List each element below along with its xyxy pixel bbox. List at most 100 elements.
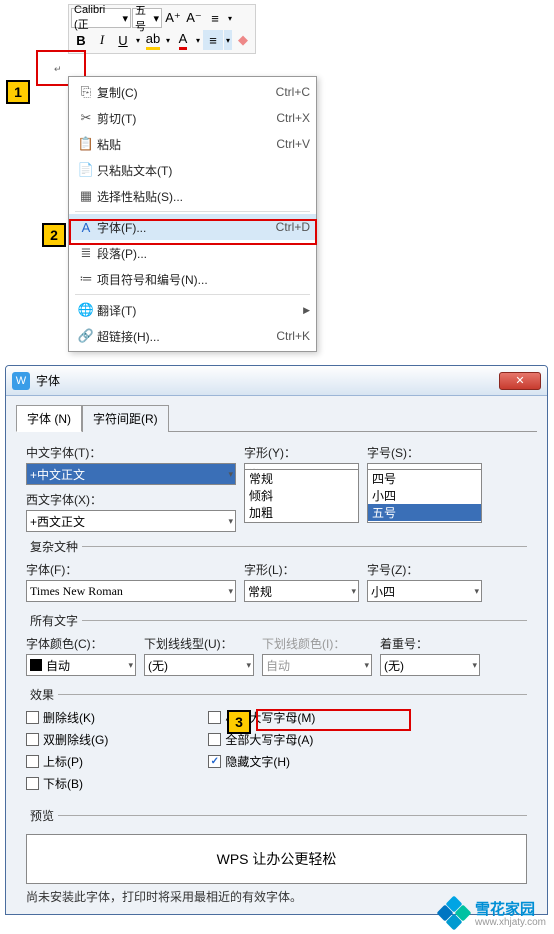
size-listbox[interactable]: 四号 小四 五号 xyxy=(367,469,482,523)
west-font-label: 西文字体(X)： xyxy=(26,491,236,508)
preview-fieldset: 预览 WPS 让办公更轻松 尚未安装此字体，打印时将采用最相近的有效字体。 xyxy=(26,807,527,909)
list-option[interactable]: 常规 xyxy=(245,470,358,487)
checkbox-icon xyxy=(208,711,221,724)
font-color-combo[interactable]: 自动 ▾ xyxy=(26,654,136,676)
menu-item-paste[interactable]: 📋 粘贴 Ctrl+V xyxy=(69,131,316,157)
menu-label: 项目符号和编号(N)... xyxy=(97,271,310,288)
cn-font-combo[interactable]: +中文正文▾ xyxy=(26,463,236,485)
shrink-font-button[interactable]: A⁻ xyxy=(184,8,204,28)
size-label: 字号(S)： xyxy=(367,444,482,461)
chevron-down-icon[interactable]: ▾ xyxy=(224,30,232,50)
cn-font-label: 中文字体(T)： xyxy=(26,444,236,461)
cb-label: 删除线(K) xyxy=(43,709,95,726)
menu-shortcut: Ctrl+X xyxy=(276,111,310,125)
line-spacing-button[interactable]: ≡ xyxy=(205,8,225,28)
cb-double-strike[interactable]: 双删除线(G) xyxy=(26,731,108,748)
chevron-down-icon: ▾ xyxy=(153,12,159,25)
cb-strikethrough[interactable]: 删除线(K) xyxy=(26,709,108,726)
chevron-down-icon: ▾ xyxy=(246,660,251,671)
complex-size-value: 小四 xyxy=(371,583,395,600)
cb-label: 下标(B) xyxy=(43,775,83,792)
list-option[interactable]: 五号 xyxy=(368,504,481,521)
complex-size-combo[interactable]: 小四 ▾ xyxy=(367,580,482,602)
menu-item-cut[interactable]: ✂ 剪切(T) Ctrl+X xyxy=(69,105,316,131)
close-button[interactable]: ✕ xyxy=(499,372,541,390)
complex-font-value: Times New Roman xyxy=(30,584,123,599)
align-button[interactable]: ≡ xyxy=(203,30,223,50)
cb-label: 上标(P) xyxy=(43,753,83,770)
underline-style-label: 下划线线型(U)： xyxy=(144,635,254,652)
chevron-down-icon: ▾ xyxy=(228,469,233,480)
list-option[interactable]: 小四 xyxy=(368,487,481,504)
italic-button[interactable]: I xyxy=(92,30,112,50)
format-painter-button[interactable]: ◆ xyxy=(233,30,253,50)
chevron-down-icon: ▾ xyxy=(474,586,479,597)
emphasis-combo[interactable]: (无)▾ xyxy=(380,654,480,676)
tab-spacing[interactable]: 字符间距(R) xyxy=(82,405,169,432)
menu-item-bullets[interactable]: ≔ 项目符号和编号(N)... xyxy=(69,266,316,292)
list-option[interactable]: 四号 xyxy=(368,470,481,487)
style-listbox[interactable]: 常规 倾斜 加粗 xyxy=(244,469,359,523)
all-text-fieldset: 所有文字 字体颜色(C)： 自动▾ 下划线线型(U)： (无)▾ 下划线颜色(I… xyxy=(26,612,527,680)
underline-button[interactable]: U xyxy=(113,30,133,50)
cb-all-caps[interactable]: 全部大写字母(A) xyxy=(208,731,315,748)
grow-font-button[interactable]: A⁺ xyxy=(163,8,183,28)
tab-font[interactable]: 字体 (N) xyxy=(16,405,82,432)
menu-label: 剪切(T) xyxy=(97,110,276,127)
complex-font-combo[interactable]: Times New Roman▾ xyxy=(26,580,236,602)
dialog-titlebar: W 字体 ✕ xyxy=(6,366,547,396)
chevron-down-icon: ▾ xyxy=(122,12,128,25)
style-label: 字形(Y)： xyxy=(244,444,359,461)
context-menu: ⎘ 复制(C) Ctrl+C ✂ 剪切(T) Ctrl+X 📋 粘贴 Ctrl+… xyxy=(68,76,317,352)
menu-item-copy[interactable]: ⎘ 复制(C) Ctrl+C xyxy=(69,79,316,105)
step-badge-2: 2 xyxy=(42,223,66,247)
floating-toolbar: Calibri (正 ▾ 五号 ▾ A⁺ A⁻ ≡▾ B I U▾ ab▾ A▾… xyxy=(68,4,256,54)
app-icon: W xyxy=(12,372,30,390)
font-dialog: W 字体 ✕ 字体 (N) 字符间距(R) 中文字体(T)： +中文正文▾ 字形… xyxy=(5,365,548,915)
clipboard-icon: 📋 xyxy=(75,136,97,152)
menu-item-paste-special[interactable]: ▦ 选择性粘贴(S)... xyxy=(69,183,316,209)
complex-style-combo[interactable]: 常规▾ xyxy=(244,580,359,602)
step-badge-1: 1 xyxy=(6,80,30,104)
font-size-select[interactable]: 五号 ▾ xyxy=(132,8,162,28)
menu-label: 翻译(T) xyxy=(97,302,303,319)
chevron-down-icon[interactable]: ▾ xyxy=(134,30,142,50)
chevron-down-icon[interactable]: ▾ xyxy=(226,8,234,28)
list-option[interactable]: 倾斜 xyxy=(245,487,358,504)
menu-item-paste-text[interactable]: 📄 只粘贴文本(T) xyxy=(69,157,316,183)
bold-button[interactable]: B xyxy=(71,30,91,50)
highlight-box-2 xyxy=(69,219,317,245)
highlight-button[interactable]: ab xyxy=(143,30,163,50)
cb-label: 双删除线(G) xyxy=(43,731,108,748)
cb-superscript[interactable]: 上标(P) xyxy=(26,753,108,770)
menu-item-translate[interactable]: 🌐 翻译(T) ▶ xyxy=(69,297,316,323)
translate-icon: 🌐 xyxy=(75,302,97,318)
menu-item-hyperlink[interactable]: 🔗 超链接(H)... Ctrl+K xyxy=(69,323,316,349)
checkbox-icon xyxy=(26,733,39,746)
watermark-sub: www.xhjaty.com xyxy=(475,917,546,928)
step-badge-3: 3 xyxy=(227,710,251,734)
cb-subscript[interactable]: 下标(B) xyxy=(26,775,108,792)
chevron-down-icon: ▾ xyxy=(472,660,477,671)
checkbox-icon xyxy=(26,777,39,790)
chevron-down-icon: ▾ xyxy=(128,660,133,671)
cb-hidden[interactable]: 隐藏文字(H) xyxy=(208,753,315,770)
complex-legend: 复杂文种 xyxy=(26,538,82,555)
underline-style-combo[interactable]: (无)▾ xyxy=(144,654,254,676)
underline-color-value: 自动 xyxy=(266,657,290,674)
chevron-right-icon: ▶ xyxy=(303,305,310,316)
font-color-value: 自动 xyxy=(46,657,70,674)
underline-color-label: 下划线颜色(I)： xyxy=(262,635,372,652)
west-font-value: +西文正文 xyxy=(30,513,85,530)
font-color-button[interactable]: A xyxy=(173,30,193,50)
chevron-down-icon[interactable]: ▾ xyxy=(164,30,172,50)
menu-label: 选择性粘贴(S)... xyxy=(97,188,310,205)
chevron-down-icon: ▾ xyxy=(228,516,233,527)
chevron-down-icon[interactable]: ▾ xyxy=(194,30,202,50)
complex-style-value: 常规 xyxy=(248,583,272,600)
west-font-combo[interactable]: +西文正文 ▾ xyxy=(26,510,236,532)
list-option[interactable]: 加粗 xyxy=(245,504,358,521)
font-name-select[interactable]: Calibri (正 ▾ xyxy=(71,8,131,28)
watermark-logo-icon xyxy=(439,898,469,928)
copy-icon: ⎘ xyxy=(75,84,97,100)
